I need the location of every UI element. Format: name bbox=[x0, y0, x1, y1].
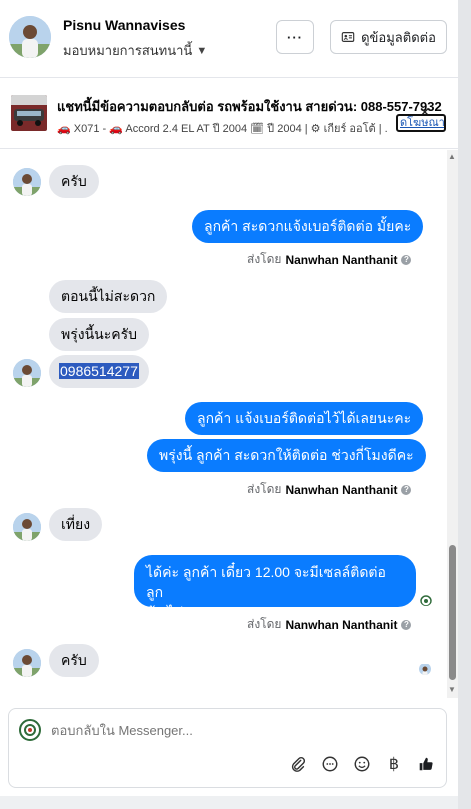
sender-name: Nanwhan Nanthanit bbox=[285, 252, 398, 267]
ad-thumbnail[interactable] bbox=[11, 95, 47, 131]
assign-label: มอบหมายการสนทนานี้ bbox=[63, 43, 193, 58]
thumbs-up-icon[interactable] bbox=[415, 753, 437, 775]
outgoing-message[interactable]: ลูกค้า แจ้งเบอร์ติดต่อไว้ได้เลยนะคะ bbox=[185, 402, 424, 435]
window-edge bbox=[458, 0, 471, 809]
smiley-icon[interactable] bbox=[351, 753, 373, 775]
scroll-down-arrow-icon[interactable]: ▼ bbox=[448, 685, 456, 694]
reply-composer: ฿ bbox=[8, 708, 447, 788]
ad-title: แชทนี้มีข้อความตอบกลับต่อ รถพร้อมใช้งาน … bbox=[57, 99, 442, 114]
customer-name[interactable]: Pisnu Wannavises bbox=[63, 17, 185, 33]
view-ad-link[interactable]: ดโฆษณา bbox=[396, 114, 446, 132]
info-icon[interactable]: ? bbox=[401, 484, 412, 495]
sent-by-prefix: ส่งโดย bbox=[247, 482, 282, 496]
more-dots-icon: ··· bbox=[287, 29, 303, 45]
incoming-message[interactable]: เที่ยง bbox=[49, 508, 103, 541]
customer-avatar-small bbox=[13, 513, 41, 541]
ad-details: 🚗 X071 - 🚗 Accord 2.4 EL AT ปี 2004 🗓 ปี… bbox=[57, 123, 387, 135]
info-icon[interactable]: ? bbox=[401, 254, 412, 265]
scroll-thumb[interactable] bbox=[449, 545, 456, 680]
incoming-message[interactable]: ตอนนี้ไม่สะดวก bbox=[49, 280, 168, 313]
baht-icon[interactable]: ฿ bbox=[383, 753, 405, 775]
page-logo-icon bbox=[19, 719, 41, 741]
ad-context-banner: แชทนี้มีข้อความตอบกลับต่อ รถพร้อมใช้งาน … bbox=[0, 79, 458, 149]
sent-by-label: ส่งโดย Nanwhan Nanthanit ? bbox=[247, 250, 412, 269]
customer-avatar[interactable] bbox=[9, 16, 51, 58]
message-thread: ครับ ลูกค้า สะดวกแจ้งเบอร์ติดต่อ มั้ยคะ … bbox=[0, 150, 447, 698]
incoming-message[interactable]: ครับ bbox=[49, 165, 99, 198]
customer-avatar-seen bbox=[419, 663, 431, 675]
sent-by-label: ส่งโดย Nanwhan Nanthanit ? bbox=[247, 615, 412, 634]
customer-avatar-small bbox=[13, 359, 41, 387]
reply-input[interactable] bbox=[51, 723, 351, 738]
customer-avatar-small bbox=[13, 649, 41, 677]
sent-by-label: ส่งโดย Nanwhan Nanthanit ? bbox=[247, 480, 412, 499]
view-contact-button[interactable]: ดูข้อมูลติดต่อ bbox=[330, 20, 447, 54]
outgoing-message[interactable]: พรุ่งนี้ ลูกค้า สะดวกให้ติดต่อ ช่วงกี่โม… bbox=[147, 439, 426, 472]
chat-bubble-icon[interactable] bbox=[319, 753, 341, 775]
incoming-message[interactable]: 0986514277 bbox=[49, 355, 149, 388]
incoming-message[interactable]: ครับ bbox=[49, 644, 99, 677]
assign-conversation-dropdown[interactable]: มอบหมายการสนทนานี้ ▼ bbox=[63, 40, 207, 61]
contact-card-icon bbox=[341, 32, 355, 42]
paperclip-icon[interactable] bbox=[287, 753, 309, 775]
customer-avatar-small bbox=[13, 168, 41, 196]
messenger-panel: Pisnu Wannavises มอบหมายการสนทนานี้ ▼ ··… bbox=[0, 0, 458, 796]
outgoing-message[interactable]: ได้ค่ะ ลูกค้า เดี๋ยว 12.00 จะมีเซลล์ติดต… bbox=[134, 555, 416, 620]
view-contact-label: ดูข้อมูลติดต่อ bbox=[361, 29, 436, 45]
incoming-message[interactable]: พรุ่งนี้นะครับ bbox=[49, 318, 150, 351]
sender-name: Nanwhan Nanthanit bbox=[285, 482, 398, 497]
outgoing-message[interactable]: ลูกค้า สะดวกแจ้งเบอร์ติดต่อ มั้ยคะ bbox=[192, 210, 424, 243]
sent-by-prefix: ส่งโดย bbox=[247, 617, 282, 631]
selected-phone-number[interactable]: 0986514277 bbox=[59, 363, 139, 379]
thread-scrollbar[interactable]: ▲ ▼ bbox=[447, 150, 458, 698]
sent-by-prefix: ส่งโดย bbox=[247, 252, 282, 266]
page-avatar-seen bbox=[420, 594, 432, 606]
info-icon[interactable]: ? bbox=[401, 619, 412, 630]
caret-down-icon: ▼ bbox=[196, 44, 208, 57]
sender-name: Nanwhan Nanthanit bbox=[285, 617, 398, 632]
conversation-header: Pisnu Wannavises มอบหมายการสนทนานี้ ▼ ··… bbox=[0, 0, 458, 78]
scroll-up-arrow-icon[interactable]: ▲ bbox=[448, 152, 456, 161]
message-line: ได้ค่ะ ลูกค้า เดี๋ยว 12.00 จะมีเซลล์ติดต… bbox=[146, 564, 386, 600]
more-options-button[interactable]: ··· bbox=[276, 20, 314, 54]
